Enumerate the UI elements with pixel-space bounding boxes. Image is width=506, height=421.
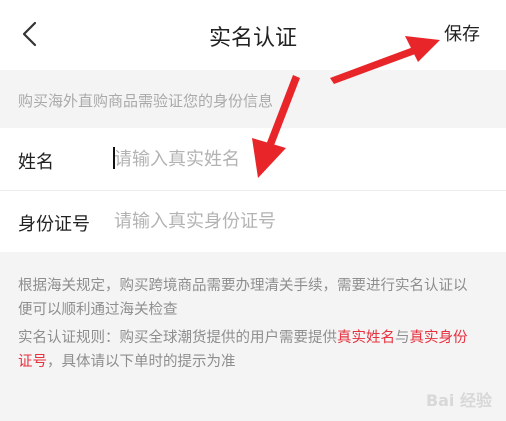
notice-banner: 购买海外直购商品需验证您的身份信息 xyxy=(0,70,506,128)
highlight-real-name: 真实姓名 xyxy=(337,330,395,346)
id-number-input[interactable] xyxy=(114,204,474,238)
rule-prefix: 实名认证规则：购买全球潮货提供的用户需要提供 xyxy=(18,330,337,346)
id-number-row: 身份证号 xyxy=(0,190,506,252)
save-button[interactable]: 保存 xyxy=(444,20,480,46)
navigation-bar: 实名认证 保存 xyxy=(0,0,506,70)
rule-suffix: ，具体请以下单时的提示为准 xyxy=(47,354,236,370)
customs-rule-text: 根据海关规定，购买跨境商品需要办理清关手续，需要进行实名认证以便可以顺利通过海关… xyxy=(18,278,468,318)
page-title: 实名认证 xyxy=(208,26,297,51)
name-input[interactable] xyxy=(114,142,474,176)
rule-connector: 与 xyxy=(395,330,410,346)
name-row: 姓名 xyxy=(0,128,506,191)
text-cursor xyxy=(113,147,115,169)
identity-form: 姓名 身份证号 xyxy=(0,128,506,252)
name-label: 姓名 xyxy=(18,152,54,173)
id-number-label: 身份证号 xyxy=(18,214,90,235)
verification-rule-text: 实名认证规则：购买全球潮货提供的用户需要提供真实姓名与真实身份证号，具体请以下单… xyxy=(18,326,478,374)
notice-text: 购买海外直购商品需验证您的身份信息 xyxy=(18,92,274,110)
watermark-logo: Bai 经验 xyxy=(425,391,492,410)
